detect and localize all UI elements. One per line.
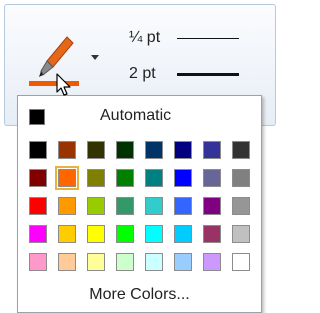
color-swatch[interactable] [87,197,105,215]
color-swatch[interactable] [145,225,163,243]
color-swatch[interactable] [145,253,163,271]
color-swatch[interactable] [29,253,47,271]
color-swatch[interactable] [145,197,163,215]
color-swatch[interactable] [232,141,250,159]
color-swatch[interactable] [58,253,76,271]
color-swatch[interactable] [203,141,221,159]
color-swatch[interactable] [203,197,221,215]
color-swatch[interactable] [203,253,221,271]
color-swatch[interactable] [55,166,79,190]
color-swatch[interactable] [87,141,105,159]
color-swatch[interactable] [145,141,163,159]
color-swatch[interactable] [87,253,105,271]
color-swatch-grid [29,141,254,271]
color-swatch[interactable] [232,197,250,215]
chevron-down-icon[interactable] [91,55,99,60]
color-swatch[interactable] [58,197,76,215]
weight-label: ¼ pt [129,29,161,46]
color-swatch[interactable] [116,253,134,271]
color-swatch[interactable] [174,197,192,215]
color-swatch[interactable] [174,225,192,243]
color-swatch[interactable] [29,197,47,215]
automatic-label: Automatic [100,107,172,124]
mouse-cursor-icon [56,73,71,96]
color-swatch[interactable] [87,169,105,187]
automatic-swatch [29,109,45,125]
color-swatch[interactable] [29,225,47,243]
thin-line-sample [177,38,239,39]
color-swatch[interactable] [29,169,47,187]
color-swatch[interactable] [232,225,250,243]
color-swatch[interactable] [174,141,192,159]
thick-line-sample [177,73,239,76]
color-swatch[interactable] [29,141,47,159]
color-picker-dropdown: Automatic More Colors... [17,95,262,313]
color-swatch[interactable] [232,253,250,271]
color-swatch[interactable] [174,253,192,271]
color-swatch[interactable] [116,225,134,243]
color-swatch[interactable] [116,169,134,187]
color-swatch[interactable] [58,225,76,243]
color-swatch[interactable] [116,197,134,215]
color-swatch[interactable] [203,169,221,187]
more-colors-button[interactable]: More Colors... [18,286,261,304]
color-swatch[interactable] [145,169,163,187]
weight-label: 2 pt [129,65,156,82]
color-swatch[interactable] [232,169,250,187]
color-swatch[interactable] [174,169,192,187]
color-swatch[interactable] [116,141,134,159]
automatic-color-option[interactable]: Automatic [18,105,261,129]
color-swatch[interactable] [58,141,76,159]
color-swatch[interactable] [203,225,221,243]
color-swatch[interactable] [87,225,105,243]
